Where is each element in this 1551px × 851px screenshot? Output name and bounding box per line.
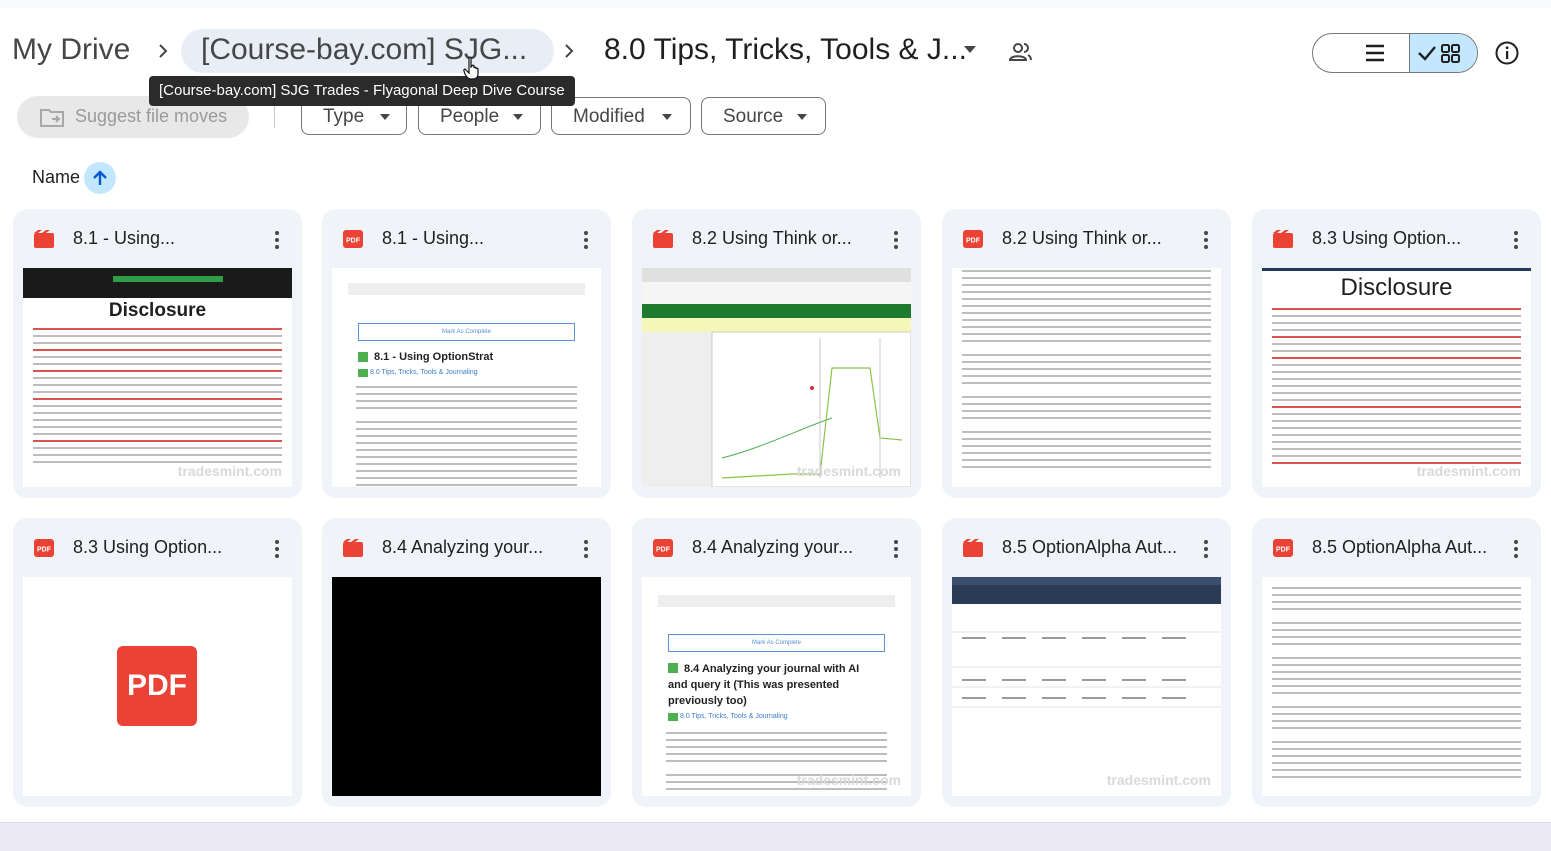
pdf-placeholder-icon: PDF [117,646,197,726]
sort-direction-button[interactable] [84,162,116,194]
preview-mark-complete: Mark As Complete [358,323,575,341]
file-thumbnail [952,268,1221,487]
filter-people-label: People [440,106,500,127]
file-title: 8.4 Analyzing your... [382,537,544,557]
chevron-right-icon [560,38,580,64]
more-options-icon[interactable] [888,229,904,251]
pdf-file-icon: PDF [653,539,673,557]
more-options-icon[interactable] [1198,538,1214,560]
pdf-file-icon: PDF [1273,539,1293,557]
chevron-down-icon [662,114,672,120]
preview-subheading: 8.0 Tips, Tricks, Tools & Journaling [680,713,788,720]
file-card[interactable]: 8.3 Using Option... Disclosure tradesmin… [1252,209,1541,498]
file-thumbnail: Mark As Complete 8.1 - Using OptionStrat… [332,268,601,487]
file-card[interactable]: PDF 8.2 Using Think or... [942,209,1231,498]
grid-view-button[interactable] [1409,34,1477,72]
file-thumbnail: Disclosure tradesmint.com [23,268,292,487]
video-file-icon [963,539,983,557]
filter-modified-label: Modified [573,106,645,127]
more-options-icon[interactable] [888,538,904,560]
file-card[interactable]: PDF 8.4 Analyzing your... Mark As Comple… [632,518,921,807]
file-card[interactable]: 8.5 OptionAlpha Aut... tradesmint.com [942,518,1231,807]
file-thumbnail: tradesmint.com [952,577,1221,796]
preview-heading: 8.1 - Using OptionStrat [374,351,494,363]
watermark: tradesmint.com [1106,772,1211,788]
folder-move-icon [39,106,65,128]
divider [274,104,275,128]
filter-source-label: Source [723,106,784,127]
sort-by-name[interactable]: Name [32,167,80,188]
more-options-icon[interactable] [578,538,594,560]
file-title: 8.5 OptionAlpha Aut... [1312,537,1488,557]
breadcrumb-current-folder[interactable]: 8.0 Tips, Tricks, Tools & J... [604,33,967,67]
file-thumbnail: tradesmint.com [642,268,911,487]
file-thumbnail: Mark As Complete 8.4 Analyzing your jour… [642,577,911,796]
file-card[interactable]: 8.1 - Using... Disclosure tradesmint.com [13,209,302,498]
file-title: 8.1 - Using... [73,228,176,248]
file-thumbnail [332,577,601,796]
watermark: tradesmint.com [1416,463,1521,479]
file-title: 8.3 Using Option... [73,537,223,557]
view-toggle [1312,33,1478,73]
pdf-file-icon: PDF [34,539,54,557]
file-title: 8.3 Using Option... [1312,228,1462,248]
hand-cursor-icon [463,56,481,80]
video-file-icon [34,230,54,248]
svg-text:PDF: PDF [1276,547,1291,554]
chevron-right-icon [154,38,174,64]
pdf-file-icon: PDF [343,230,363,248]
shared-people-icon[interactable] [1007,40,1033,64]
suggest-label: Suggest file moves [75,106,228,126]
file-card[interactable]: PDF 8.5 OptionAlpha Aut... [1252,518,1541,807]
filter-source-chip[interactable]: Source [701,97,826,135]
watermark: tradesmint.com [796,463,901,479]
chevron-down-icon [380,114,390,120]
file-card[interactable]: PDF 8.1 - Using... Mark As Complete 8.1 … [322,209,611,498]
arrow-up-icon [93,170,107,185]
breadcrumb-my-drive[interactable]: My Drive [12,33,130,67]
pdf-file-icon: PDF [963,230,983,248]
file-card[interactable]: PDF 8.3 Using Option... PDF [13,518,302,807]
filter-type-label: Type [323,106,365,127]
preview-heading: 8.4 Analyzing your journal with AI and q… [668,663,860,707]
more-options-icon[interactable] [1508,538,1524,560]
top-strip [0,0,1551,8]
preview-heading: Disclosure [108,300,207,321]
file-title: 8.5 OptionAlpha Aut... [1002,537,1178,557]
video-file-icon [343,539,363,557]
preview-subheading: 8.0 Tips, Tricks, Tools & Journaling [370,369,478,376]
file-title: 8.2 Using Think or... [1002,228,1162,248]
svg-text:PDF: PDF [346,238,361,245]
file-title: 8.2 Using Think or... [692,228,852,248]
more-options-icon[interactable] [269,229,285,251]
folder-menu-caret-icon[interactable] [964,46,976,53]
video-file-icon [653,230,673,248]
chevron-down-icon [513,114,523,120]
file-title: 8.4 Analyzing your... [692,537,854,557]
preview-mark-complete: Mark As Complete [668,634,885,652]
video-file-icon [1273,230,1293,248]
more-options-icon[interactable] [1198,229,1214,251]
chevron-down-icon [797,114,807,120]
watermark: tradesmint.com [177,463,282,479]
watermark: tradesmint.com [796,772,901,788]
bottom-strip [0,822,1551,851]
list-view-button[interactable] [1313,34,1409,72]
more-options-icon[interactable] [1508,229,1524,251]
file-card[interactable]: 8.2 Using Think or... tradesmint.com [632,209,921,498]
info-icon[interactable] [1494,40,1520,66]
breadcrumb-tooltip: [Course-bay.com] SJG Trades - Flyagonal … [149,76,575,106]
file-thumbnail: Disclosure tradesmint.com [1262,268,1531,487]
svg-text:PDF: PDF [37,547,52,554]
svg-text:PDF: PDF [656,547,671,554]
file-thumbnail [1262,577,1531,796]
svg-text:PDF: PDF [966,238,981,245]
file-title: 8.1 - Using... [382,228,485,248]
breadcrumb-course-folder[interactable]: [Course-bay.com] SJG... [181,29,554,73]
more-options-icon[interactable] [578,229,594,251]
preview-heading: Disclosure [1340,274,1453,301]
file-thumbnail: PDF [23,577,292,796]
more-options-icon[interactable] [269,538,285,560]
file-card[interactable]: 8.4 Analyzing your... [322,518,611,807]
